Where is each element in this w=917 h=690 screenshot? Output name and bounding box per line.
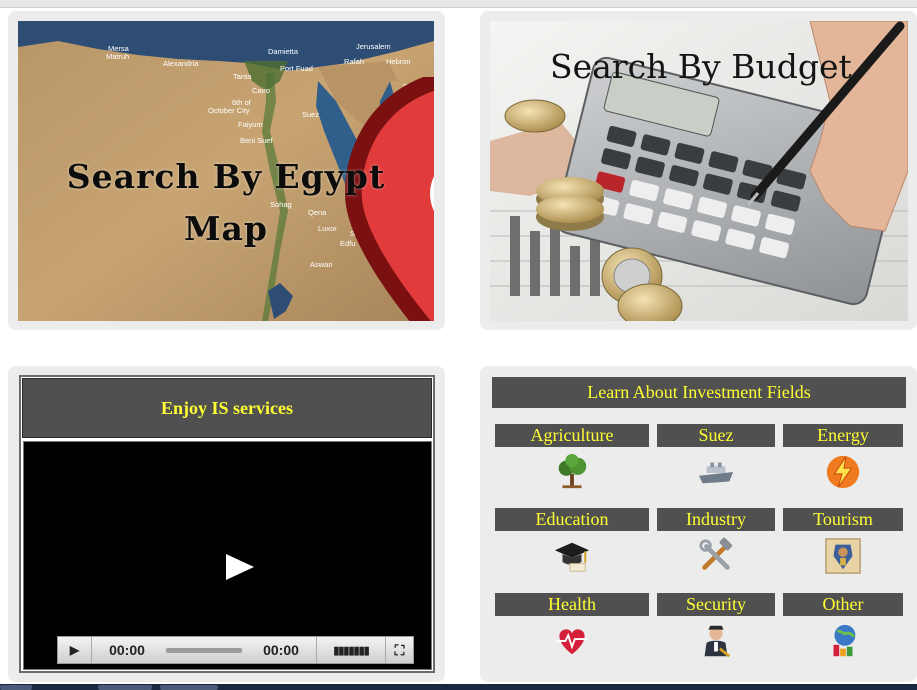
- svg-text:Damietta: Damietta: [268, 47, 299, 56]
- video-player[interactable]: ▶ 00:00 00:00 ▮▮▮▮▮▮▮ ⛶: [23, 441, 432, 670]
- play-button[interactable]: ▶: [58, 637, 92, 663]
- volume-icon[interactable]: ▮▮▮▮▮▮▮: [316, 637, 386, 663]
- field-label[interactable]: Tourism: [783, 508, 903, 531]
- taskbar-item[interactable]: [160, 685, 218, 690]
- svg-text:October City: October City: [208, 106, 250, 115]
- fullscreen-icon[interactable]: ⛶: [386, 642, 413, 659]
- field-other[interactable]: Other: [783, 593, 903, 660]
- taskbar: [0, 684, 917, 690]
- video-controls: ▶ 00:00 00:00 ▮▮▮▮▮▮▮ ⛶: [57, 636, 414, 664]
- current-time: 00:00: [109, 642, 145, 658]
- pharaoh-icon[interactable]: [823, 537, 863, 575]
- search-by-map-panel[interactable]: Mersa Matruh Alexandria Damietta Port Fua…: [8, 11, 445, 330]
- browser-top-bar: [0, 0, 917, 8]
- map-search-title[interactable]: Search By Egypt Map: [18, 151, 434, 255]
- map-title-line-1: Search By Egypt: [66, 157, 386, 196]
- graduation-cap-icon[interactable]: [552, 537, 592, 575]
- field-label[interactable]: Other: [783, 593, 903, 616]
- big-play-icon[interactable]: [226, 554, 254, 580]
- svg-text:Port Fuad: Port Fuad: [280, 64, 313, 73]
- field-suez[interactable]: Suez: [657, 424, 775, 491]
- globe-icon[interactable]: [823, 622, 863, 660]
- svg-text:Alexandria: Alexandria: [163, 59, 199, 68]
- search-by-budget-panel[interactable]: Search By Budget: [480, 11, 917, 330]
- lightning-icon[interactable]: [823, 453, 863, 491]
- field-label[interactable]: Industry: [657, 508, 775, 531]
- egypt-map-image[interactable]: Mersa Matruh Alexandria Damietta Port Fua…: [18, 21, 434, 321]
- tree-icon[interactable]: [552, 453, 592, 491]
- svg-text:Rafah: Rafah: [344, 57, 364, 66]
- video-frame: Enjoy IS services ▶ 00:00 00:00 ▮▮▮▮▮▮▮ …: [19, 375, 435, 673]
- heart-pulse-icon[interactable]: [552, 622, 592, 660]
- svg-text:Jerusalem: Jerusalem: [356, 42, 391, 51]
- field-label[interactable]: Agriculture: [495, 424, 649, 447]
- svg-text:Hebron: Hebron: [386, 57, 411, 66]
- field-tourism[interactable]: Tourism: [783, 508, 903, 575]
- officer-icon[interactable]: [696, 622, 736, 660]
- investment-fields-header: Learn About Investment Fields: [492, 377, 906, 408]
- field-security[interactable]: Security: [657, 593, 775, 660]
- investment-fields-panel: Learn About Investment Fields Agricultur…: [480, 366, 917, 682]
- video-panel: Enjoy IS services ▶ 00:00 00:00 ▮▮▮▮▮▮▮ …: [8, 366, 445, 682]
- seek-bar[interactable]: [166, 647, 242, 653]
- field-label[interactable]: Energy: [783, 424, 903, 447]
- ship-icon[interactable]: [696, 453, 736, 491]
- field-energy[interactable]: Energy: [783, 424, 903, 491]
- map-title-line-2: Map: [184, 209, 268, 248]
- svg-text:Faiyum: Faiyum: [238, 120, 263, 129]
- taskbar-item[interactable]: [0, 685, 32, 690]
- taskbar-item[interactable]: [98, 685, 152, 690]
- budget-search-title[interactable]: Search By Budget: [550, 47, 852, 86]
- svg-text:Tanta: Tanta: [233, 72, 252, 81]
- field-label[interactable]: Health: [495, 593, 649, 616]
- field-agriculture[interactable]: Agriculture: [495, 424, 649, 491]
- field-label[interactable]: Education: [495, 508, 649, 531]
- field-label[interactable]: Suez: [657, 424, 775, 447]
- field-industry[interactable]: Industry: [657, 508, 775, 575]
- svg-text:Matruh: Matruh: [106, 52, 129, 61]
- video-header: Enjoy IS services: [22, 378, 432, 438]
- field-education[interactable]: Education: [495, 508, 649, 575]
- field-label[interactable]: Security: [657, 593, 775, 616]
- tools-icon[interactable]: [696, 537, 736, 575]
- total-time: 00:00: [263, 642, 299, 658]
- field-health[interactable]: Health: [495, 593, 649, 660]
- budget-calculator-image[interactable]: Search By Budget: [490, 21, 908, 321]
